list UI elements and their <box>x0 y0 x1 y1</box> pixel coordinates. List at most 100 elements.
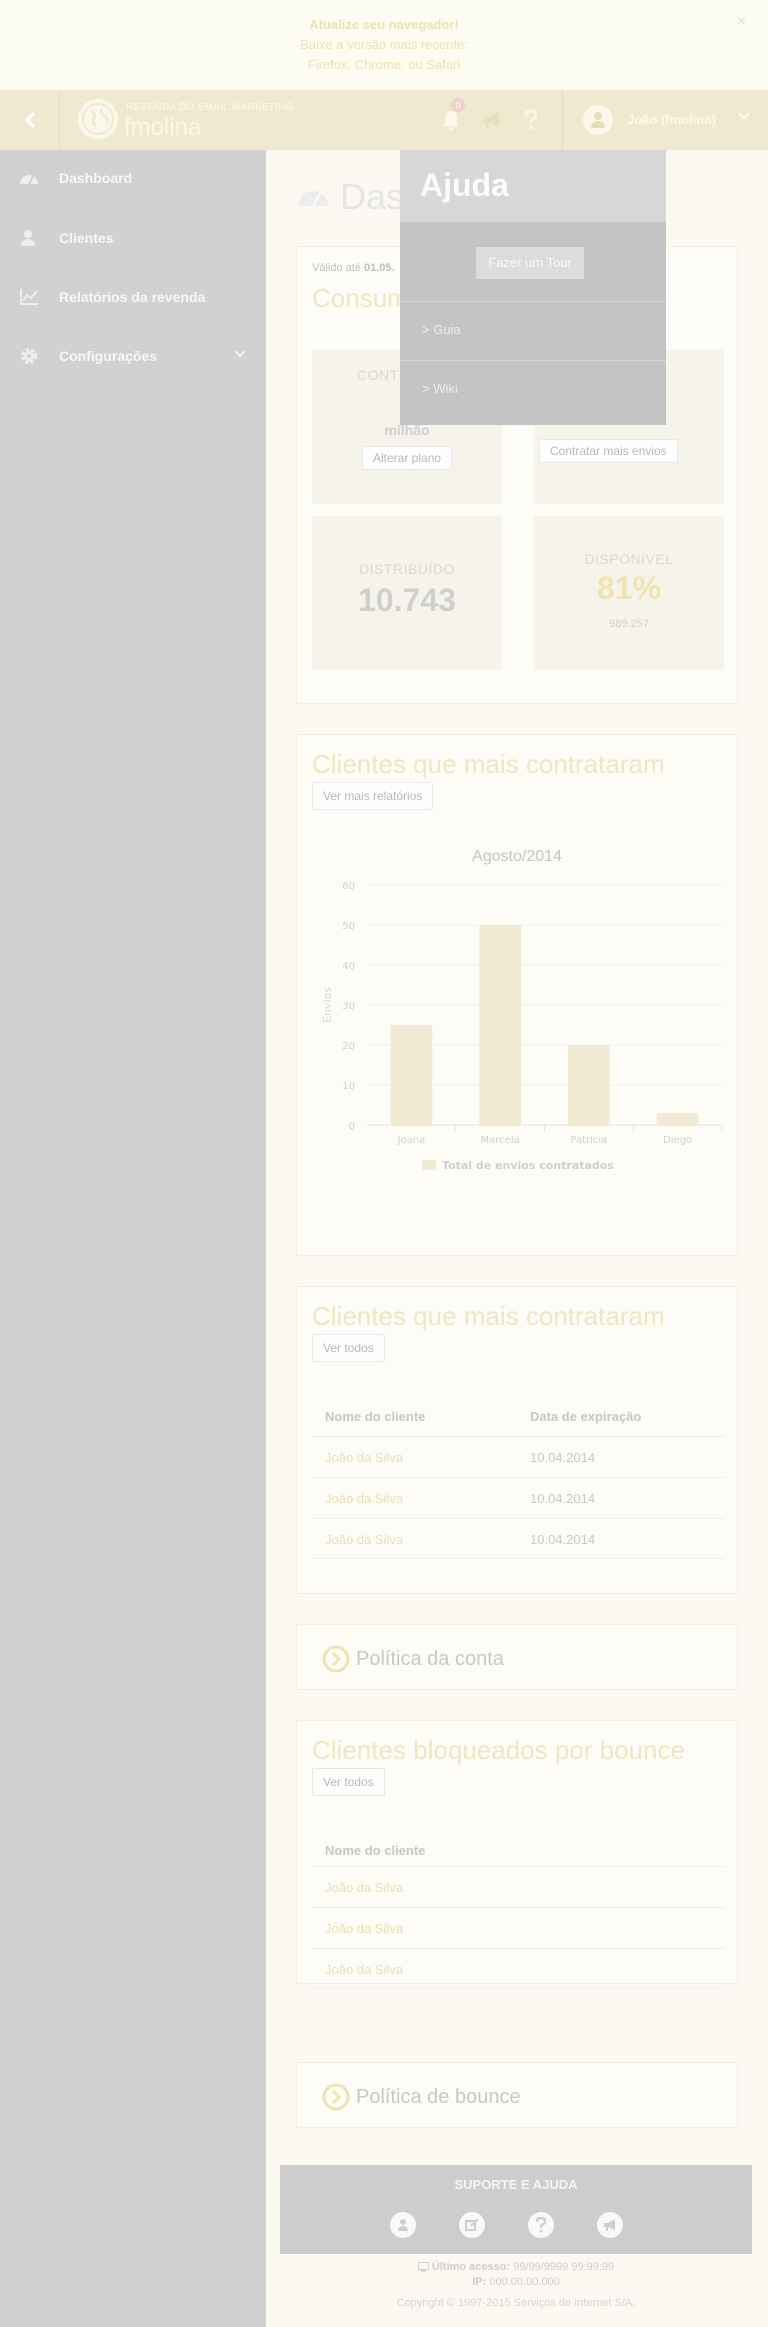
bounce-policy-label: Política de bounce <box>356 2085 521 2108</box>
y-tick-label: 60 <box>342 881 355 892</box>
x-tick-label: Joana <box>397 1135 426 1146</box>
client-name-link[interactable]: João da Silva <box>325 1880 403 1895</box>
gear-icon <box>18 345 40 367</box>
table-row: João da Silva 10.04.2014 <box>312 1518 724 1559</box>
client-name-link[interactable]: João da Silva <box>325 1491 403 1506</box>
banner-line-1: Baixe a versão mais recente: <box>300 37 468 52</box>
column-header-name: Nome do cliente <box>325 1843 426 1858</box>
view-all-button[interactable]: Ver todos <box>312 1768 385 1796</box>
sidebar-item-label: Relatórios da revenda <box>59 289 206 305</box>
notification-badge: 0 <box>451 98 465 112</box>
user-avatar-icon <box>583 105 613 135</box>
user-name[interactable]: João (fmolina) <box>627 112 716 127</box>
copyright: Copyright © 1997-2015 Serviços de Intern… <box>396 2297 636 2309</box>
support-title: SUPORTE E AJUDA <box>454 2177 578 2192</box>
chart-title: Agosto/2014 <box>472 848 562 865</box>
help-dropdown: Ajuda Fazer um Tour > Guia > Wiki <box>400 150 666 425</box>
ip-value: 000.00.00.000 <box>489 2276 560 2288</box>
table-row: João da Silva <box>312 1948 724 1989</box>
bounce-policy-panel[interactable]: Política de bounce <box>296 2062 738 2128</box>
chart-line-icon <box>18 286 40 308</box>
view-all-button[interactable]: Ver todos <box>312 1334 385 1362</box>
help-title: Ajuda <box>420 167 509 203</box>
help-icon[interactable] <box>528 2212 554 2238</box>
chevron-left-icon <box>24 111 35 129</box>
ip-label: IP: <box>472 2276 487 2288</box>
user-support-icon[interactable] <box>390 2212 416 2238</box>
bounce-policy-toggle[interactable]: Política de bounce <box>322 2083 521 2111</box>
guide-link[interactable]: > Guia <box>422 322 461 337</box>
client-name-link[interactable]: João da Silva <box>325 1921 403 1936</box>
sidebar-item-label: Configurações <box>59 348 158 364</box>
bar <box>479 925 521 1125</box>
close-icon[interactable]: × <box>737 12 746 32</box>
divider <box>400 301 666 302</box>
y-tick-label: 0 <box>349 1121 355 1132</box>
y-tick-label: 10 <box>342 1081 355 1092</box>
table-row: João da Silva 10.04.2014 <box>312 1477 724 1518</box>
more-reports-button[interactable]: Ver mais relatórios <box>312 782 434 810</box>
client-name-link[interactable]: João da Silva <box>325 1962 403 1977</box>
top-clients-chart-title: Clientes que mais contrataram <box>312 749 665 779</box>
chevron-down-icon[interactable] <box>234 349 246 359</box>
megaphone-icon[interactable] <box>477 105 507 135</box>
client-name-link[interactable]: João da Silva <box>325 1450 403 1465</box>
logo-name[interactable]: fmolina <box>124 114 201 142</box>
wiki-link[interactable]: > Wiki <box>422 381 458 396</box>
top-clients-table-title: Clientes que mais contrataram <box>312 1301 665 1331</box>
account-policy-label: Política da conta <box>356 1647 504 1670</box>
bar <box>656 1113 699 1125</box>
top-clients-table-panel: Clientes que mais contrataram Ver todos … <box>296 1286 738 1594</box>
page-title-text: Das <box>340 176 405 217</box>
expiration-date: 10.04.2014 <box>530 1450 596 1465</box>
available-percent: 81% <box>596 570 662 606</box>
top-clients-chart-panel: Clientes que mais contrataram Ver mais r… <box>296 734 738 1256</box>
support-box: SUPORTE E AJUDA <box>280 2165 752 2254</box>
bar <box>390 1025 433 1125</box>
change-plan-button[interactable]: Alterar plano <box>362 446 453 470</box>
table-row: João da Silva <box>312 1866 724 1907</box>
banner-line-2[interactable]: Firefox, Chrome, ou Safari <box>0 55 768 75</box>
contracted-label: CONT <box>357 367 399 383</box>
hire-more-button[interactable]: Contratar mais envios <box>539 439 678 463</box>
bounce-blocked-title: Clientes bloqueados por bounce <box>312 1735 685 1765</box>
client-name-link[interactable]: João da Silva <box>325 1532 403 1547</box>
consumption-title: Consum <box>312 283 409 313</box>
take-tour-button[interactable]: Fazer um Tour <box>476 247 584 279</box>
distributed-label: DISTRIBUÍDO <box>359 561 455 577</box>
chevron-circle-right-icon <box>322 2083 350 2111</box>
help-icon[interactable] <box>516 105 546 135</box>
y-tick-label: 20 <box>342 1041 355 1052</box>
sidebar-item-relatorios[interactable]: Relatórios da revenda <box>0 277 266 317</box>
sidebar-item-dashboard[interactable]: Dashboard <box>0 158 266 198</box>
edit-icon[interactable] <box>459 2212 485 2238</box>
dashboard-icon <box>18 167 40 189</box>
available-value: 989.257 <box>609 618 649 630</box>
y-tick-label: 30 <box>342 1001 355 1012</box>
user-menu[interactable]: João (fmolina) <box>562 90 768 150</box>
bar <box>568 1045 610 1125</box>
distributed-value: 10.743 <box>358 582 456 618</box>
available-card: DISPONÍVEL 81% 989.257 <box>534 516 724 670</box>
account-policy-toggle[interactable]: Política da conta <box>322 1645 504 1673</box>
legend-label: Total de envios contratados <box>442 1159 614 1172</box>
column-header-name: Nome do cliente <box>325 1409 426 1424</box>
top-header: REVENDA DO EMAIL MARKETING fmolina 0 Joã… <box>0 90 768 150</box>
x-tick-label: Marcela <box>481 1135 520 1146</box>
banner-title: Atualize seu navegador! <box>309 17 459 32</box>
globe-logo-icon[interactable] <box>78 99 118 139</box>
sidebar-item-label: Clientes <box>59 230 114 246</box>
chevron-circle-right-icon <box>322 1645 350 1673</box>
y-axis-label: Envios <box>321 987 334 1023</box>
account-policy-panel[interactable]: Política da conta <box>296 1624 738 1690</box>
valid-until-label: Válido até <box>312 262 361 274</box>
x-tick-label: Diego <box>663 1135 692 1146</box>
sidebar-item-clientes[interactable]: Clientes <box>0 218 266 258</box>
last-access-info: Último acesso: 99/99/9999 99:99:99 IP: 0… <box>280 2260 752 2290</box>
available-label: DISPONÍVEL <box>584 551 674 567</box>
sidebar-item-configuracoes[interactable]: Configurações <box>0 336 266 376</box>
distributed-card: DISTRIBUÍDO 10.743 <box>312 516 502 670</box>
chevron-down-icon[interactable] <box>738 111 750 121</box>
back-button[interactable] <box>0 90 60 150</box>
megaphone-icon[interactable] <box>597 2212 623 2238</box>
